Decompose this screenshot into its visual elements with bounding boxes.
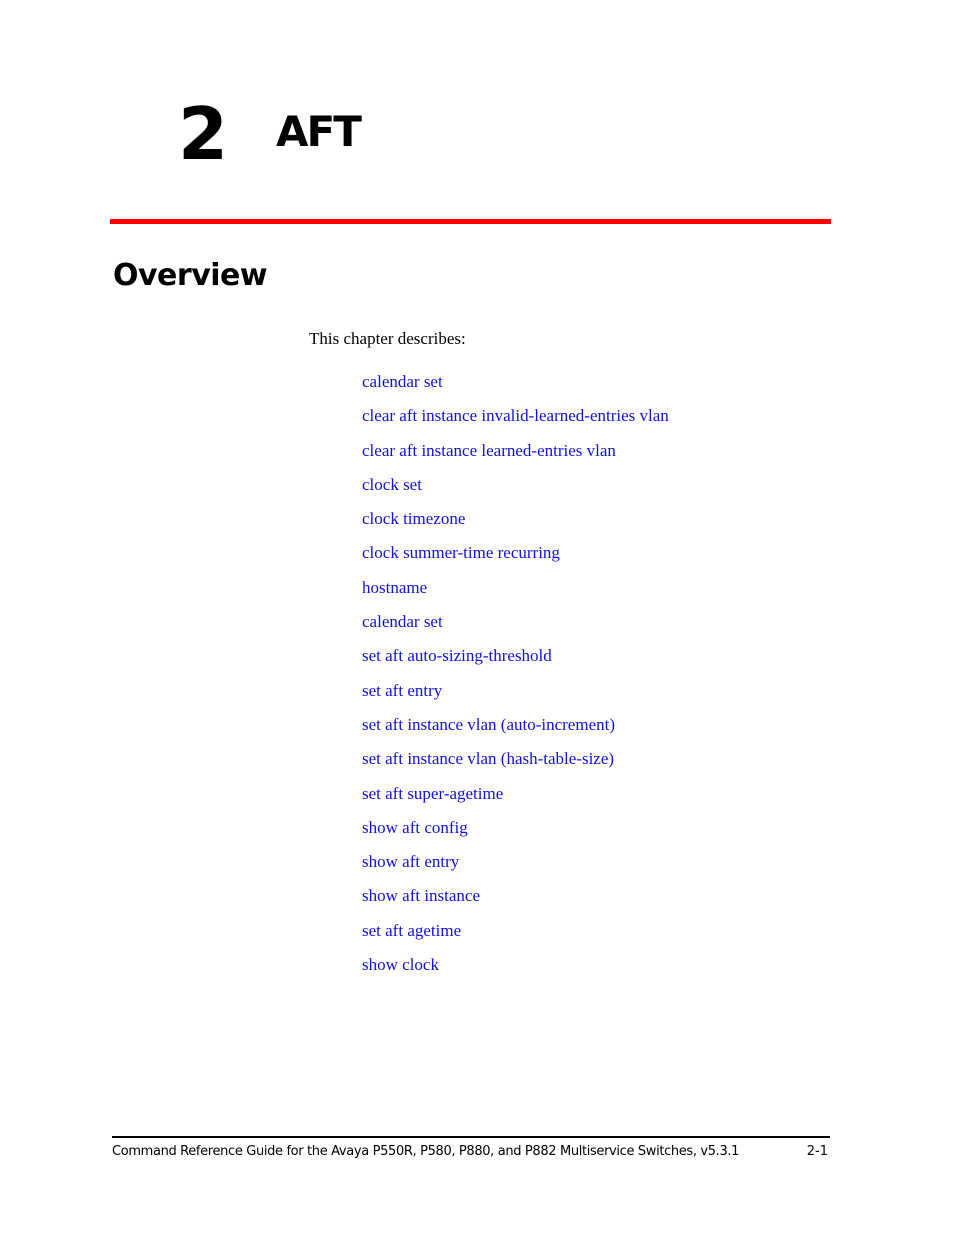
topic-link-list: calendar set clear aft instance invalid-…: [362, 372, 669, 989]
list-item: show aft config: [362, 818, 669, 852]
topic-link[interactable]: clear aft instance learned-entries vlan: [362, 441, 616, 460]
topic-link[interactable]: set aft instance vlan (hash-table-size): [362, 749, 614, 768]
list-item: calendar set: [362, 612, 669, 646]
chapter-number: 2: [178, 92, 228, 176]
intro-text: This chapter describes:: [309, 329, 466, 348]
topic-link[interactable]: clock summer-time recurring: [362, 543, 560, 562]
topic-link[interactable]: clock set: [362, 475, 422, 494]
topic-link[interactable]: show clock: [362, 955, 439, 974]
list-item: set aft agetime: [362, 921, 669, 955]
page-number: 2-1: [806, 1144, 828, 1159]
topic-link[interactable]: set aft agetime: [362, 921, 461, 940]
list-item: clock set: [362, 475, 669, 509]
list-item: hostname: [362, 578, 669, 612]
chapter-title: AFT: [276, 107, 362, 156]
topic-link[interactable]: show aft config: [362, 818, 468, 837]
topic-link[interactable]: hostname: [362, 578, 427, 597]
list-item: calendar set: [362, 372, 669, 406]
topic-link[interactable]: show aft instance: [362, 886, 480, 905]
topic-link[interactable]: set aft instance vlan (auto-increment): [362, 715, 615, 734]
list-item: set aft instance vlan (auto-increment): [362, 715, 669, 749]
list-item: set aft instance vlan (hash-table-size): [362, 749, 669, 783]
footer-document-title: Command Reference Guide for the Avaya P5…: [112, 1144, 740, 1159]
topic-link[interactable]: calendar set: [362, 372, 443, 391]
topic-link[interactable]: calendar set: [362, 612, 443, 631]
list-item: clock summer-time recurring: [362, 543, 669, 577]
list-item: show aft instance: [362, 886, 669, 920]
footer-divider: [112, 1136, 830, 1138]
chapter-divider: [110, 219, 831, 224]
list-item: show aft entry: [362, 852, 669, 886]
list-item: clear aft instance invalid-learned-entri…: [362, 406, 669, 440]
list-item: set aft entry: [362, 681, 669, 715]
topic-link[interactable]: clear aft instance invalid-learned-entri…: [362, 406, 669, 425]
list-item: clock timezone: [362, 509, 669, 543]
list-item: set aft super-agetime: [362, 784, 669, 818]
topic-link[interactable]: set aft super-agetime: [362, 784, 503, 803]
list-item: clear aft instance learned-entries vlan: [362, 441, 669, 475]
section-heading-overview: Overview: [113, 258, 268, 293]
topic-link[interactable]: clock timezone: [362, 509, 465, 528]
list-item: set aft auto-sizing-threshold: [362, 646, 669, 680]
topic-link[interactable]: show aft entry: [362, 852, 459, 871]
list-item: show clock: [362, 955, 669, 989]
topic-link[interactable]: set aft auto-sizing-threshold: [362, 646, 552, 665]
topic-link[interactable]: set aft entry: [362, 681, 442, 700]
